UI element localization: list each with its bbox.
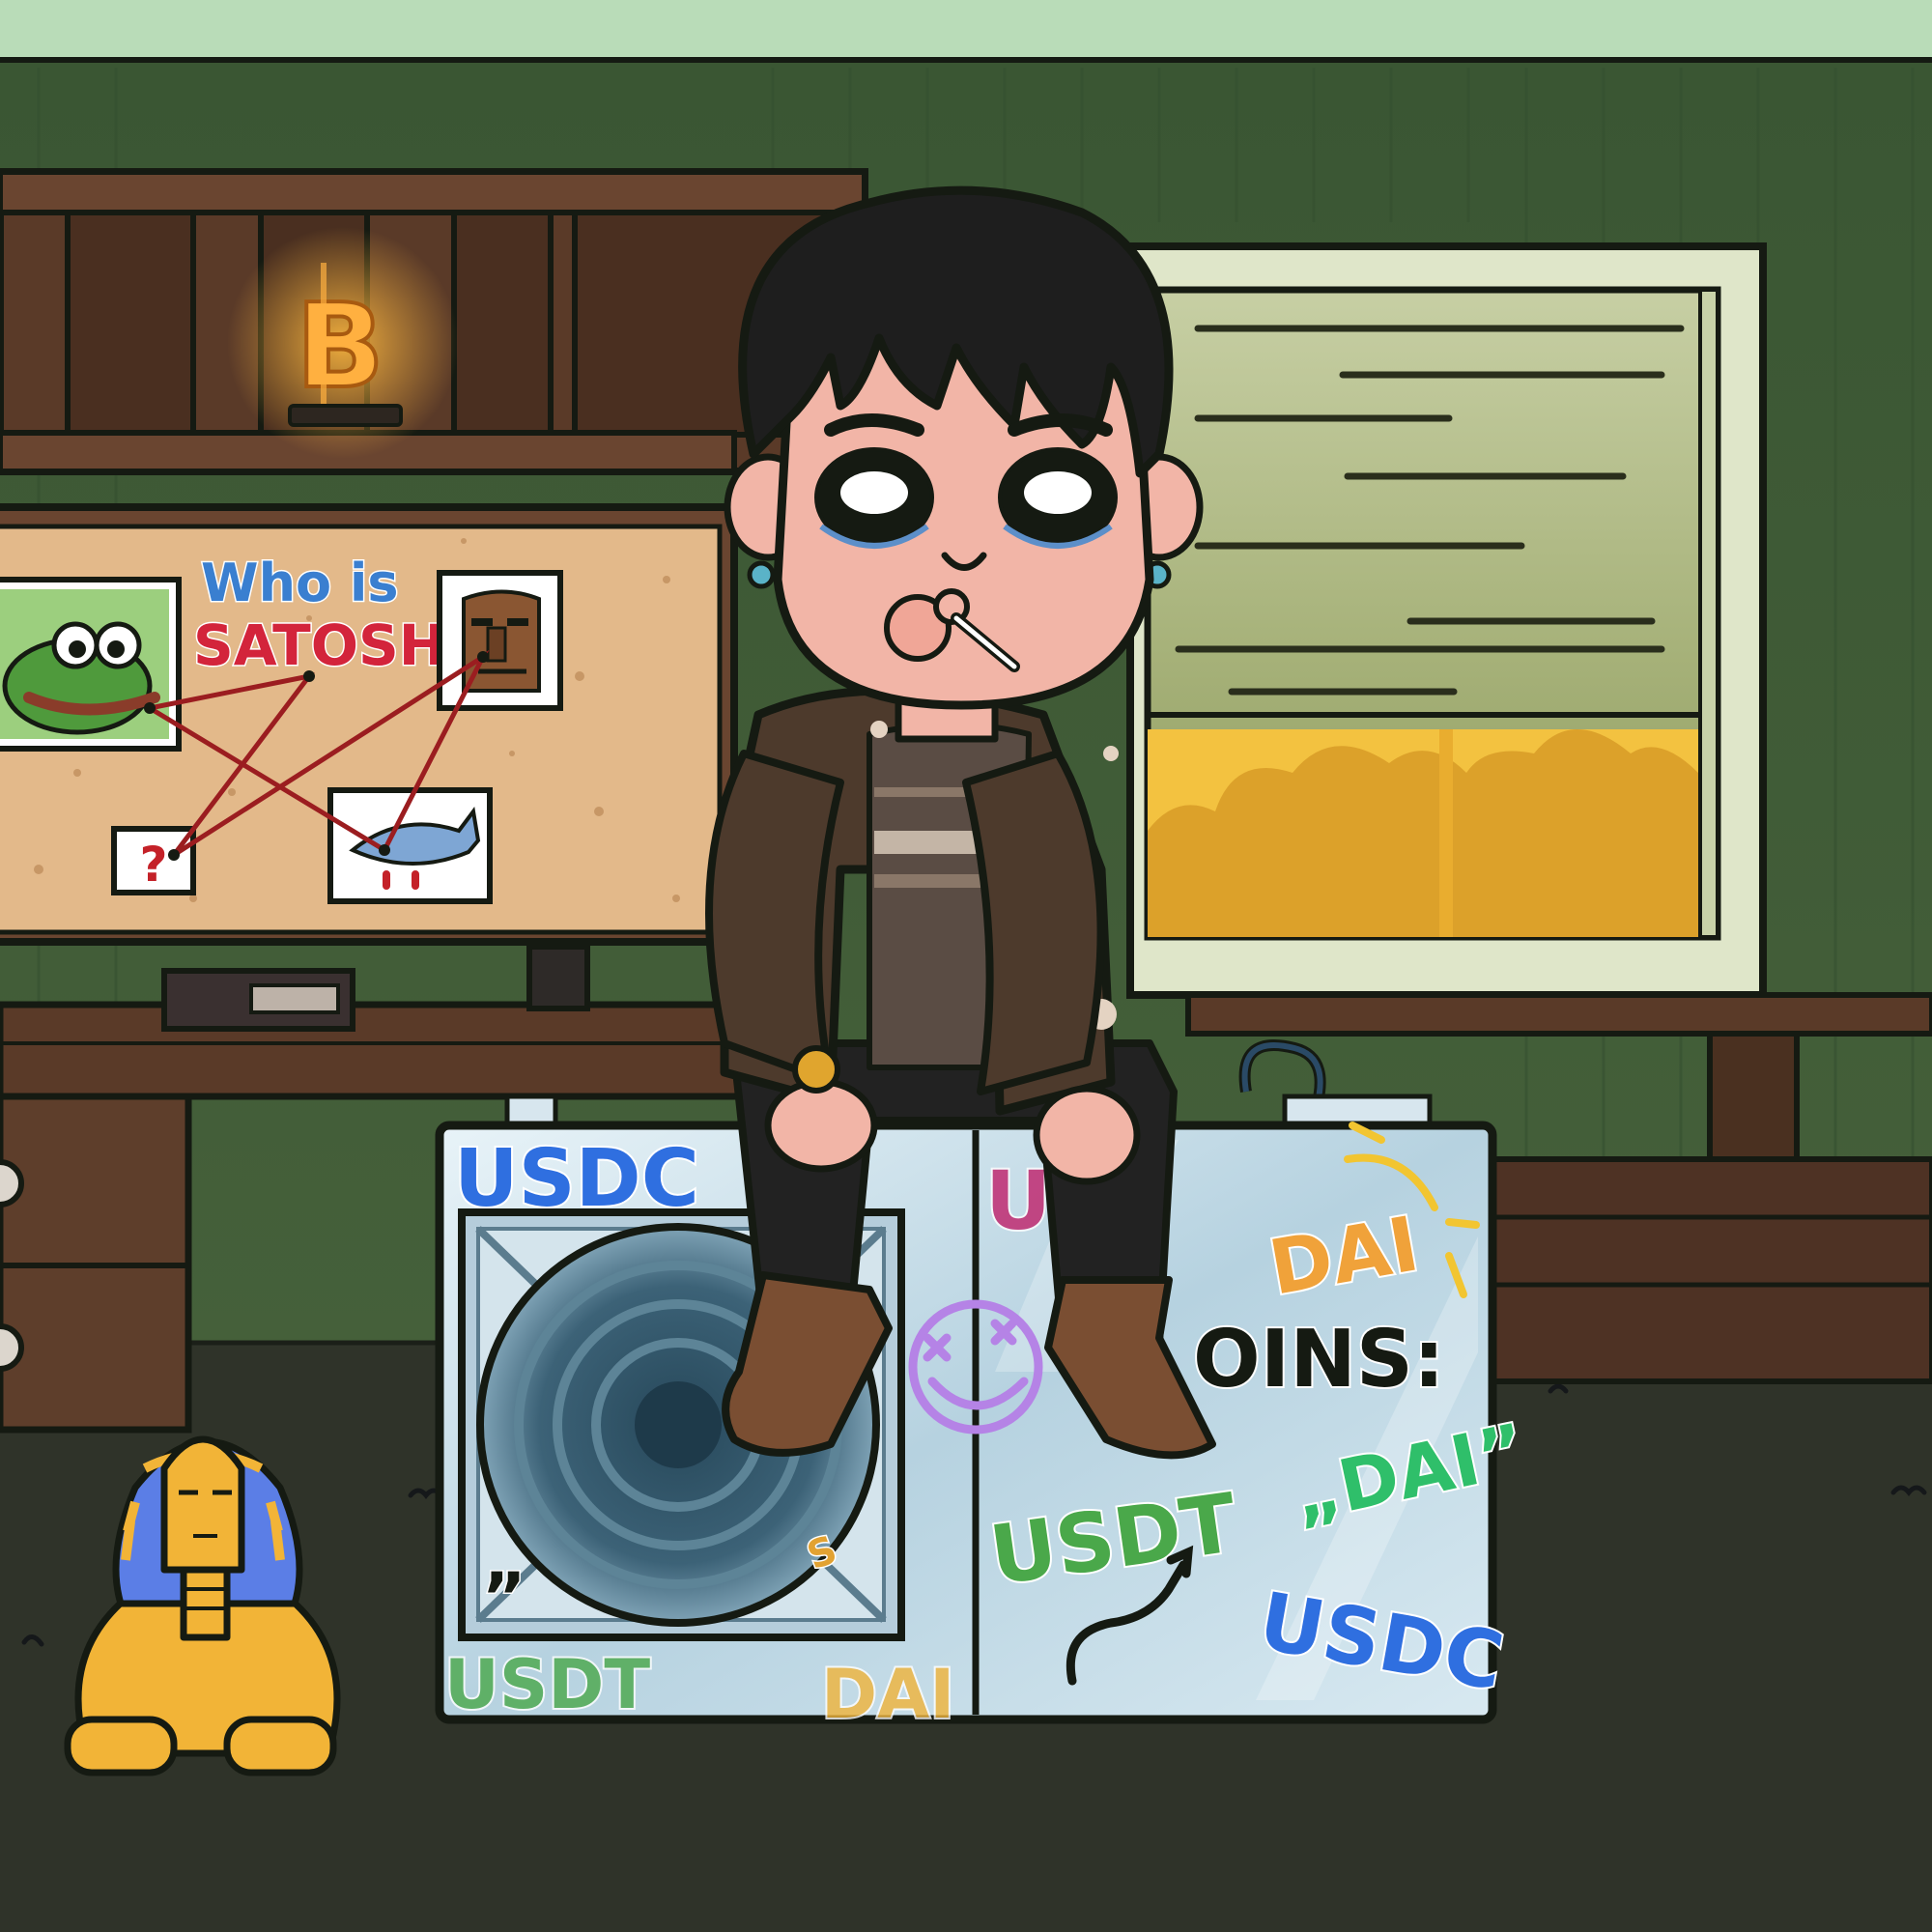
sticker-coins-partial: OINS: [1193,1314,1445,1406]
question-note: ? [111,826,196,895]
corkboard-title-line2: SATOSHi [193,612,465,678]
bitcoin-neon-icon: B [296,280,384,414]
earring-left-icon [747,560,776,589]
scene: B Who is SATOSHi ? USDC DAI OINS: „DAI” … [0,0,1932,1932]
right-arm [962,750,1105,1095]
watch-icon [792,1045,840,1094]
pepe-photo [0,577,182,752]
right-hand [1033,1085,1141,1185]
corkboard: Who is SATOSHi ? [0,503,738,946]
question-mark: ? [139,837,167,893]
moai-photo [437,570,563,711]
left-arm [705,750,844,1086]
ceiling [0,0,1932,60]
sticker-usdt-bottom: USDT [444,1645,650,1724]
window [1126,242,1767,999]
bookcase: B [0,168,868,475]
left-hand [764,1078,878,1173]
sticker-usdc-top: USDC [454,1133,699,1225]
shark-photo [327,787,493,904]
asic-miner: USDC US DAI OINS: „DAI” USDT USDC USDT D… [435,1039,1535,1736]
corkboard-title-line1: Who is [201,553,399,613]
sticker-dai-bottom: DAI [821,1655,954,1734]
sticker-quote-left: „ [483,1521,527,1601]
